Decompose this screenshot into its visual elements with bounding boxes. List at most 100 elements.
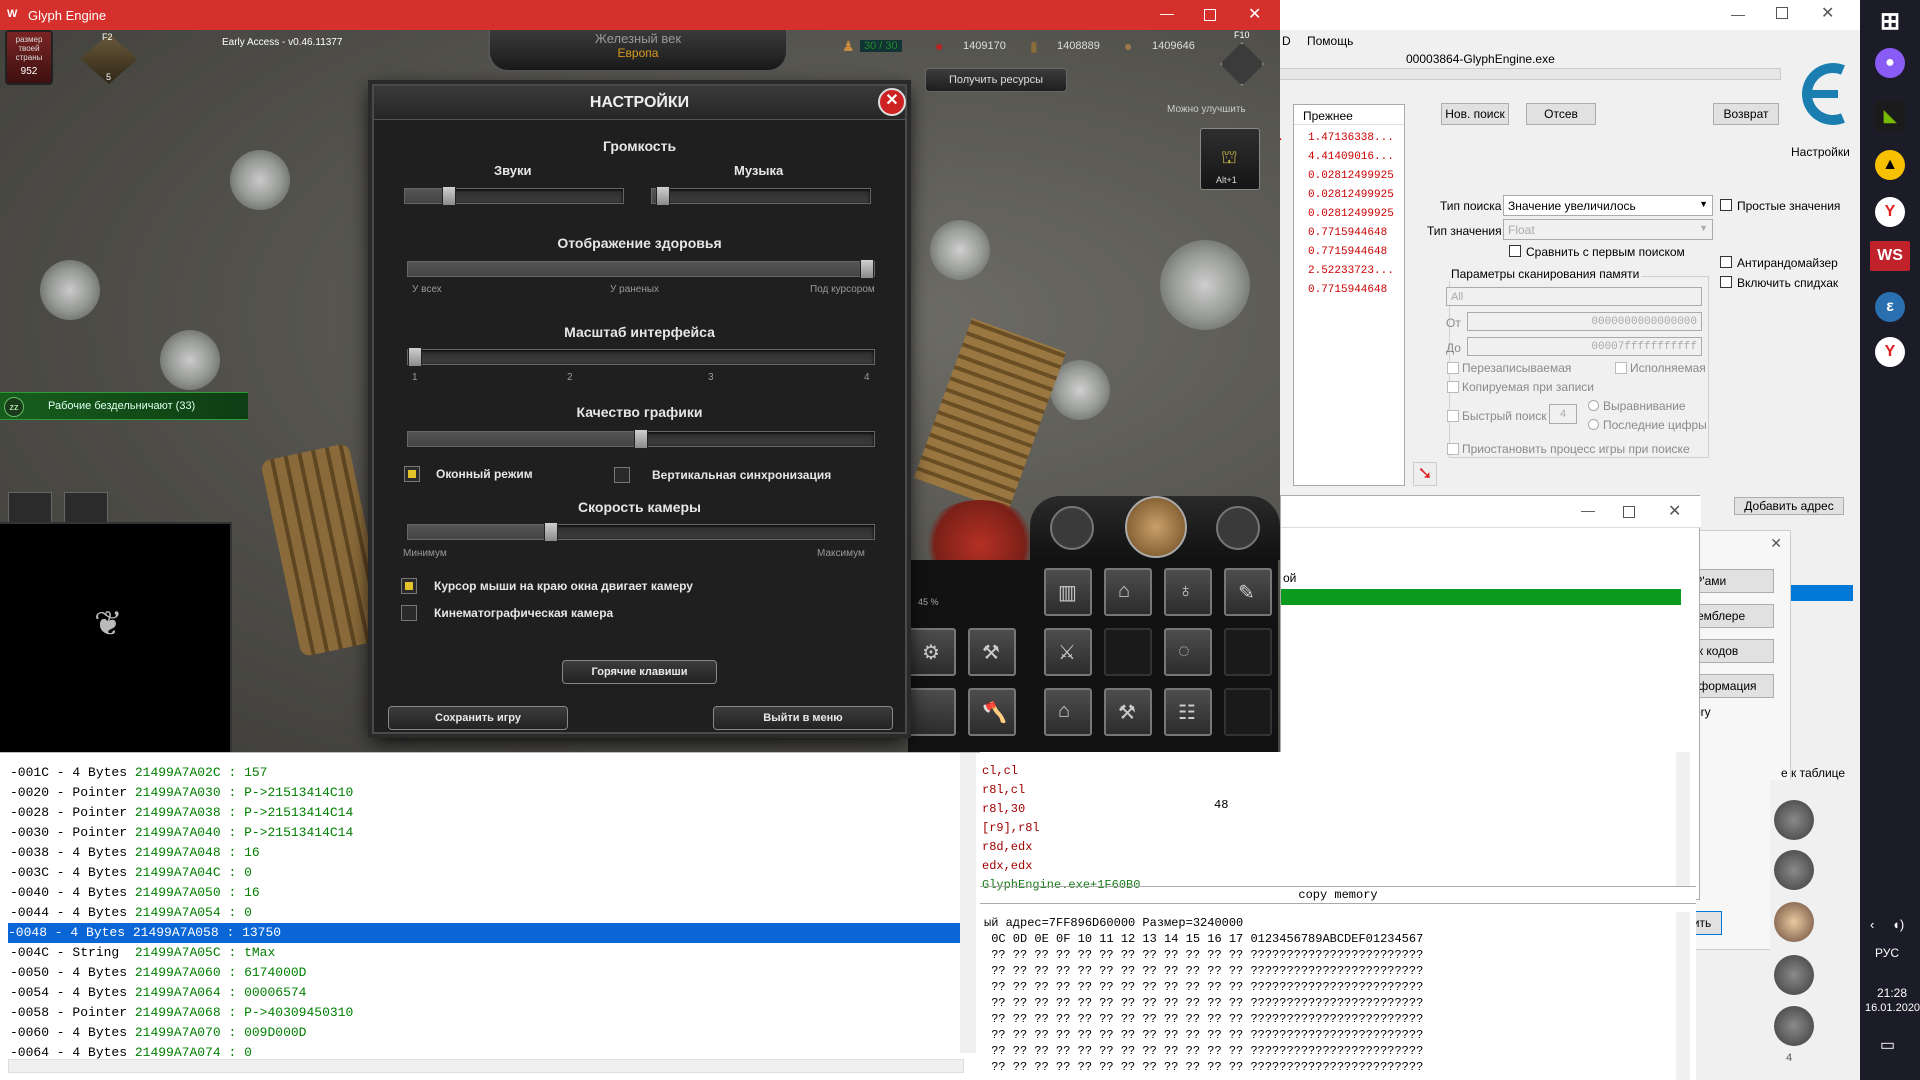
camera-slider[interactable] — [407, 522, 875, 542]
warning-icon[interactable]: ▲ — [1875, 150, 1905, 180]
add-to-table-link[interactable]: е к таблице — [1781, 766, 1845, 780]
asm-line[interactable]: cl,cl — [982, 764, 1018, 778]
hex-row[interactable]: ?? ?? ?? ?? ?? ?? ?? ?? ?? ?? ?? ?? ????… — [984, 964, 1423, 978]
memory-row[interactable]: -004C - String 21499A7A05C : tMax — [10, 943, 275, 963]
slot-house[interactable]: ⌂ — [1104, 568, 1152, 616]
wooden-house[interactable] — [260, 442, 390, 658]
scan-type-select[interactable]: Значение увеличилось ▼ — [1503, 195, 1713, 216]
memory-row[interactable]: -0044 - 4 Bytes 21499A7A054 : 0 — [10, 903, 252, 923]
wooden-tower[interactable] — [913, 318, 1067, 512]
soldier-icon[interactable] — [64, 492, 108, 526]
memory-row[interactable]: -0038 - 4 Bytes 21499A7A048 : 16 — [10, 843, 260, 863]
close-icon[interactable]: ✕ — [1668, 501, 1681, 521]
previous-value[interactable]: 0.02812499925 — [1308, 170, 1394, 182]
hex-row[interactable]: ?? ?? ?? ?? ?? ?? ?? ?? ?? ?? ?? ?? ????… — [984, 948, 1423, 962]
executable-checkbox[interactable] — [1615, 362, 1627, 374]
from-input[interactable]: 0000000000000000 — [1467, 312, 1702, 331]
memory-row[interactable]: -0028 - Pointer 21499A7A038 : P->2151341… — [10, 803, 353, 823]
country-size-badge[interactable]: размер твоей страны 952 — [5, 30, 53, 85]
asm-line[interactable]: edx,edx — [982, 859, 1032, 873]
menu-d[interactable]: D — [1282, 34, 1291, 48]
horizontal-scrollbar[interactable] — [8, 1059, 964, 1073]
asm-line[interactable]: r8d,edx — [982, 840, 1032, 854]
close-icon[interactable]: ✕ — [1770, 535, 1782, 552]
slot-empty-3[interactable] — [1224, 628, 1272, 676]
cinematic-checkbox[interactable] — [401, 605, 417, 621]
hex-scrollbar[interactable] — [1676, 912, 1690, 1080]
avatar[interactable] — [1774, 850, 1814, 890]
avatar[interactable] — [1774, 800, 1814, 840]
asm-line[interactable]: [r9],r8l — [982, 821, 1040, 835]
memory-row[interactable]: -0040 - 4 Bytes 21499A7A050 : 16 — [10, 883, 260, 903]
writable-checkbox[interactable] — [1447, 362, 1459, 374]
music-slider[interactable] — [651, 186, 871, 206]
slot-empty-4[interactable] — [1224, 688, 1272, 736]
previous-value[interactable]: 2.52233723... — [1308, 265, 1394, 277]
alignment-radio[interactable] — [1588, 400, 1599, 411]
notification-icon[interactable]: ▭ — [1880, 1035, 1895, 1055]
fast-scan-input[interactable]: 4 — [1549, 404, 1577, 424]
ui-scale-slider[interactable] — [407, 347, 875, 367]
upgrade-slot[interactable]: ⛫ Alt+1 — [1200, 128, 1260, 190]
menu-help[interactable]: Помощь — [1307, 34, 1353, 48]
previous-value[interactable]: 1.47136338... — [1308, 132, 1394, 144]
slot-sack[interactable]: ♁ — [1164, 568, 1212, 616]
clock-time[interactable]: 21:28 — [1877, 986, 1907, 1000]
hotkeys-button[interactable]: Горячие клавиши — [562, 660, 717, 684]
ce-logo[interactable] — [1788, 52, 1850, 136]
memory-row[interactable]: -0058 - Pointer 21499A7A068 : P->4030945… — [10, 1003, 353, 1023]
to-input[interactable]: 00007fffffffffff — [1467, 337, 1702, 356]
last-digits-radio[interactable] — [1588, 419, 1599, 430]
volume-icon[interactable]: ◖) — [1892, 917, 1904, 932]
hex-row[interactable]: ?? ?? ?? ?? ?? ?? ?? ?? ?? ?? ?? ?? ????… — [984, 1028, 1423, 1042]
memory-row[interactable]: -001C - 4 Bytes 21499A7A02C : 157 — [10, 763, 267, 783]
slot-swords[interactable]: ⚔ — [1044, 628, 1092, 676]
exit-to-menu-button[interactable]: Выйти в меню — [713, 706, 893, 730]
book-icon[interactable] — [1216, 506, 1260, 550]
slot-empty-2[interactable] — [1104, 628, 1152, 676]
memory-row[interactable]: -0048 - 4 Bytes 21499A7A058 : 13750 — [8, 923, 960, 943]
vertical-scrollbar[interactable] — [960, 753, 976, 1053]
quality-thumb[interactable] — [634, 429, 648, 449]
memory-row[interactable]: -0030 - Pointer 21499A7A040 : P->2151341… — [10, 823, 353, 843]
next-scan-button[interactable]: Отсев — [1526, 103, 1596, 125]
previous-value[interactable]: 0.7715944648 — [1308, 246, 1387, 258]
slot-tools[interactable]: ⚒ — [1104, 688, 1152, 736]
sun-emblem-icon[interactable] — [1125, 496, 1187, 558]
memory-row[interactable]: -003C - 4 Bytes 21499A7A04C : 0 — [10, 863, 252, 883]
ui-scale-thumb[interactable] — [408, 347, 422, 367]
undo-scan-button[interactable]: Возврат — [1713, 103, 1779, 125]
language-indicator[interactable]: РУС — [1875, 946, 1899, 960]
slot-ladder[interactable]: ☷ — [1164, 688, 1212, 736]
quality-slider[interactable] — [407, 429, 875, 449]
minimize-icon[interactable]: — — [1581, 502, 1595, 518]
maximize-icon[interactable] — [1204, 9, 1216, 21]
structure-dissect-list[interactable]: -001C - 4 Bytes 21499A7A02C : 157 -0020 -… — [0, 752, 980, 1080]
simple-values-checkbox[interactable] — [1720, 199, 1732, 211]
hex-row[interactable]: ?? ?? ?? ?? ?? ?? ?? ?? ?? ?? ?? ?? ????… — [984, 980, 1423, 994]
memory-row[interactable]: -0020 - Pointer 21499A7A030 : P->2151341… — [10, 783, 353, 803]
save-game-button[interactable]: Сохранить игру — [388, 706, 568, 730]
hex-row[interactable]: ?? ?? ?? ?? ?? ?? ?? ?? ?? ?? ?? ?? ????… — [984, 1060, 1423, 1074]
cow-checkbox[interactable] — [1447, 381, 1459, 393]
selected-row[interactable] — [1791, 585, 1853, 601]
avatar[interactable] — [1774, 955, 1814, 995]
minimap[interactable]: ❦ — [0, 522, 232, 752]
get-resources-button[interactable]: Получить ресурсы — [925, 68, 1067, 92]
previous-value[interactable]: 0.02812499925 — [1308, 189, 1394, 201]
yandex-icon[interactable]: Y — [1875, 197, 1905, 227]
sounds-slider[interactable] — [404, 186, 624, 206]
clock-date[interactable]: 16.01.2020 — [1865, 1002, 1920, 1014]
previous-value[interactable]: 0.02812499925 — [1308, 208, 1394, 220]
music-thumb[interactable] — [656, 186, 670, 206]
value-type-select[interactable]: Float ▼ — [1503, 219, 1713, 240]
nvidia-icon[interactable]: ◣ — [1875, 101, 1905, 131]
slot-axe[interactable]: 🪓 — [968, 688, 1016, 736]
cheat-engine-icon[interactable]: ε — [1875, 292, 1905, 322]
app-icon-purple[interactable]: ● — [1875, 48, 1905, 78]
memory-row[interactable]: -0054 - 4 Bytes 21499A7A064 : 00006574 — [10, 983, 307, 1003]
health-slider[interactable] — [407, 259, 875, 279]
mem-region-select[interactable]: All — [1446, 287, 1702, 306]
fast-scan-checkbox[interactable] — [1447, 410, 1459, 422]
copy-memory-bar[interactable]: copy memory — [980, 886, 1696, 904]
